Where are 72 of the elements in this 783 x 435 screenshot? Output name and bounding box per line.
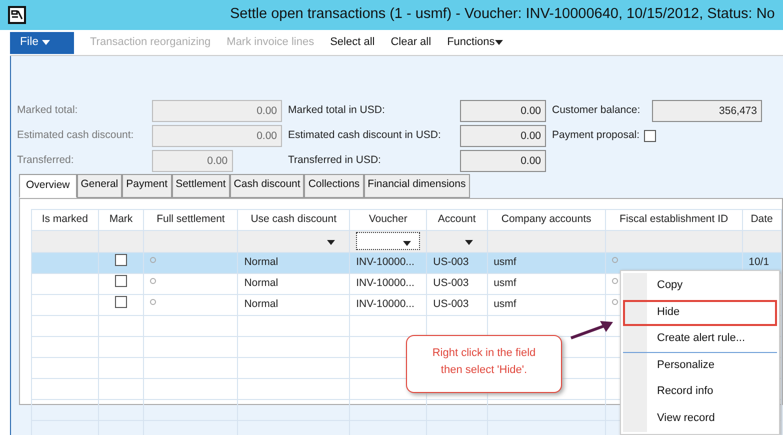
value-field[interactable]: 356,473 <box>652 100 762 122</box>
field-label: Estimated cash discount in USD: <box>288 128 442 144</box>
column-header[interactable]: Full settlement <box>144 209 238 230</box>
table-cell: US-003 <box>426 294 488 316</box>
tab[interactable]: Overview <box>19 174 77 198</box>
status-dot-icon <box>150 298 156 305</box>
table-cell: INV-10000... <box>350 294 427 316</box>
table-cell: INV-10000... <box>350 273 427 294</box>
tab[interactable]: Payment <box>122 174 172 198</box>
checkbox[interactable] <box>644 130 656 142</box>
table-cell: Normal <box>238 273 350 294</box>
filter-cell[interactable] <box>742 230 782 252</box>
column-header[interactable]: Company accounts <box>487 209 606 230</box>
filter-cell[interactable] <box>238 230 350 252</box>
column-header[interactable]: Mark <box>98 209 144 230</box>
table-cell: 10/1 <box>748 256 770 268</box>
filter-cell[interactable] <box>426 230 488 252</box>
callout-note: Right click in the field then select 'Hide'. <box>406 335 562 393</box>
filter-cell[interactable] <box>606 230 742 252</box>
value-field[interactable]: 0.00 <box>460 150 546 172</box>
column-header[interactable]: Voucher <box>350 209 427 230</box>
filter-cell[interactable] <box>350 230 427 252</box>
checkbox[interactable] <box>115 254 127 266</box>
filter-cell[interactable] <box>98 230 144 252</box>
tab[interactable]: General <box>76 174 122 198</box>
tab[interactable]: Collections <box>304 174 364 198</box>
checkbox[interactable] <box>115 296 127 308</box>
table-cell: US-003 <box>426 273 488 294</box>
status-dot-icon <box>612 278 618 284</box>
field-label: Marked total: <box>17 103 79 118</box>
status-dot-icon <box>612 298 618 305</box>
app-icon <box>8 6 26 24</box>
column-header[interactable]: Use cash discount <box>238 209 350 230</box>
window-title: Settle open transactions (1 - usmf) - Voucher: INV-10000640, 10/15/2012, Status: No <box>230 5 775 24</box>
tab[interactable]: Financial dimensions <box>364 174 470 198</box>
arrow <box>570 320 614 340</box>
table-cell: usmf <box>487 273 606 294</box>
field-label: Estimated cash discount: <box>17 128 135 144</box>
tab[interactable]: Settlement <box>172 174 230 198</box>
menu-item[interactable]: Create alert rule... <box>623 326 777 352</box>
field-label: Marked total in USD: <box>288 103 386 118</box>
column-header[interactable]: Account <box>426 209 488 230</box>
field-label: Transferred: <box>17 153 75 168</box>
table-cell: usmf <box>487 252 606 274</box>
filter-cell[interactable] <box>32 230 98 252</box>
field-label: Payment proposal: <box>552 128 640 144</box>
filter-cell[interactable] <box>487 230 606 252</box>
table-row[interactable]: Normal INV-10000... US-003 usmf 10/1 <box>32 252 782 274</box>
table-cell: Normal <box>238 252 350 274</box>
toolbar-button[interactable]: Functions <box>439 34 511 51</box>
value-field[interactable]: 0.00 <box>460 100 546 122</box>
filter-cell[interactable] <box>144 230 238 252</box>
field-label: Customer balance: <box>552 103 642 118</box>
status-dot-icon <box>150 278 156 284</box>
file-button[interactable]: File <box>10 32 74 54</box>
status-dot-icon <box>150 256 156 263</box>
column-header[interactable]: Is marked <box>32 209 98 230</box>
table-cell: INV-10000... <box>350 252 427 274</box>
toolbar-button[interactable]: Select all <box>322 34 383 51</box>
tab[interactable]: Cash discount <box>230 174 304 198</box>
value-field[interactable]: 0.00 <box>460 125 546 147</box>
status-dot-icon <box>612 256 618 263</box>
column-header[interactable]: Date <box>742 209 782 230</box>
toolbar-button[interactable]: Clear all <box>382 34 440 51</box>
table-cell: usmf <box>487 294 606 316</box>
table-cell: Normal <box>238 294 350 316</box>
filter-dropdown[interactable] <box>356 232 420 250</box>
table-cell: US-003 <box>426 252 488 274</box>
menu-item[interactable]: Hide <box>623 300 777 326</box>
field-label: Transferred in USD: <box>288 153 382 168</box>
checkbox[interactable] <box>115 274 127 287</box>
column-header[interactable]: Fiscal establishment ID <box>606 209 742 230</box>
